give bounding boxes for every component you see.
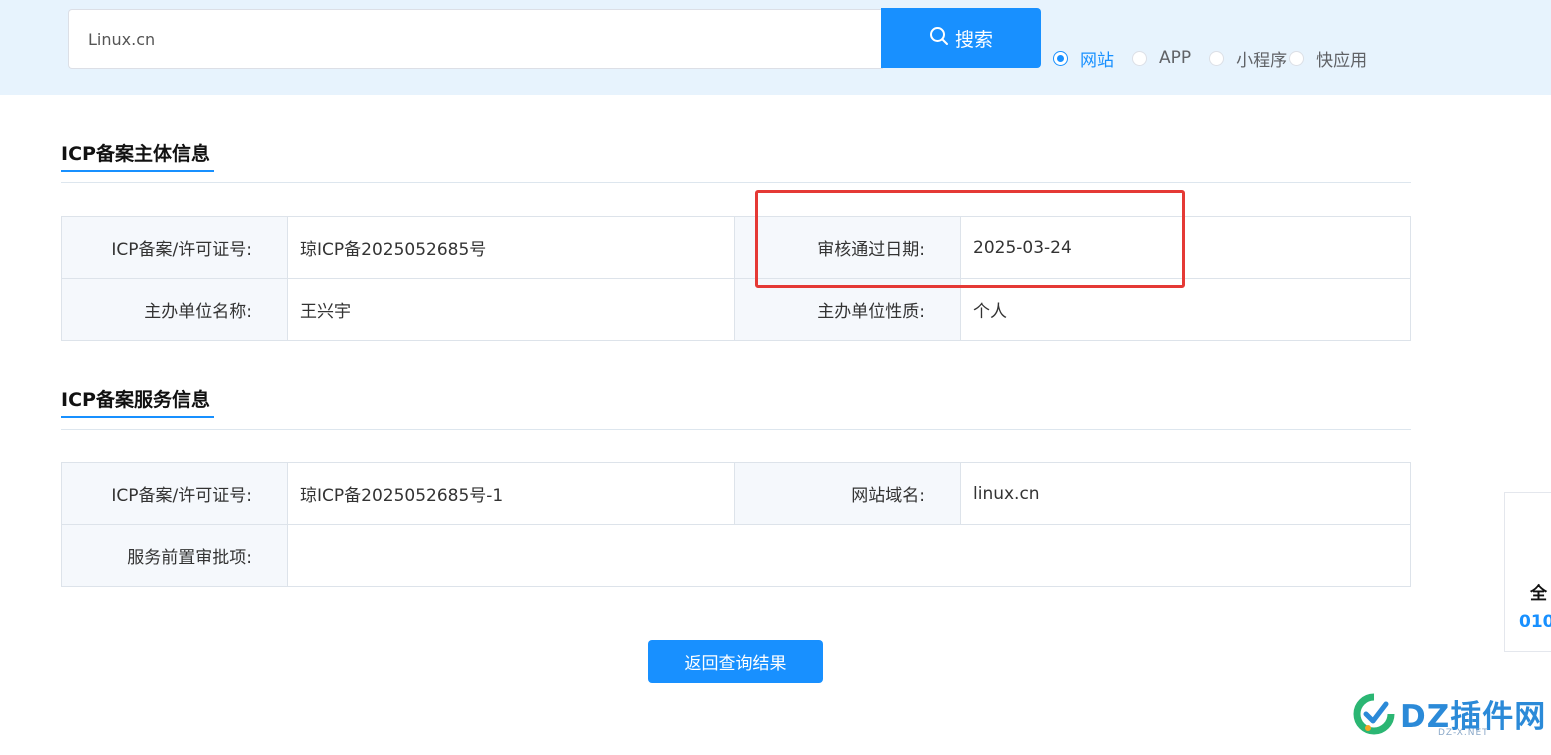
radio-label: 网站 bbox=[1080, 50, 1114, 71]
watermark-subtext: DZ-X.NET bbox=[1438, 728, 1489, 738]
section-title-underline bbox=[61, 416, 214, 418]
search-input-wrapper[interactable] bbox=[68, 9, 883, 69]
label-domain: 网站域名: bbox=[734, 462, 961, 525]
side-contact-card[interactable]: 全 010 bbox=[1504, 492, 1551, 652]
value-service-license: 琼ICP备2025052685号-1 bbox=[287, 462, 735, 525]
label-approval-date: 审核通过日期: bbox=[734, 216, 961, 279]
label-pre-approval: 服务前置审批项: bbox=[61, 524, 288, 587]
watermark-logo-icon bbox=[1353, 693, 1395, 735]
section-divider bbox=[61, 182, 1411, 183]
search-header: 搜索 网站 APP 小程序 快应用 bbox=[0, 0, 1551, 95]
section-title-subject: ICP备案主体信息 bbox=[61, 143, 210, 165]
radio-app[interactable]: APP bbox=[1132, 48, 1191, 68]
watermark: DZ插件网 DZ-X.NET bbox=[1350, 688, 1550, 748]
label-license-number: ICP备案/许可证号: bbox=[61, 216, 288, 279]
back-to-results-button[interactable]: 返回查询结果 bbox=[648, 640, 823, 683]
radio-label: 小程序 bbox=[1236, 50, 1288, 71]
radio-dot[interactable] bbox=[1053, 50, 1068, 66]
search-button[interactable]: 搜索 bbox=[881, 8, 1041, 68]
radio-website[interactable]: 网站 bbox=[1053, 46, 1114, 71]
value-approval-date: 2025-03-24 bbox=[960, 216, 1411, 279]
section-divider bbox=[61, 429, 1411, 430]
label-organizer-type: 主办单位性质: bbox=[734, 278, 961, 341]
side-card-phone: 010 bbox=[1519, 612, 1551, 632]
radio-mini-program[interactable]: 小程序 bbox=[1209, 46, 1287, 71]
type-radio-group: 网站 APP 小程序 快应用 bbox=[1053, 45, 1367, 71]
table-row: ICP备案/许可证号: 琼ICP备2025052685号-1 网站域名: lin… bbox=[61, 462, 1411, 525]
search-button-label: 搜索 bbox=[954, 28, 993, 51]
table-row: 服务前置审批项: bbox=[61, 524, 1411, 587]
radio-dot[interactable] bbox=[1132, 50, 1147, 66]
section-title-underline bbox=[61, 170, 214, 172]
radio-label: 快应用 bbox=[1316, 50, 1368, 71]
value-pre-approval bbox=[287, 524, 1411, 587]
label-organizer-name: 主办单位名称: bbox=[61, 278, 288, 341]
label-service-license: ICP备案/许可证号: bbox=[61, 462, 288, 525]
value-organizer-type: 个人 bbox=[960, 278, 1411, 341]
radio-dot[interactable] bbox=[1289, 50, 1305, 66]
value-organizer-name: 王兴宇 bbox=[287, 278, 735, 341]
value-domain: linux.cn bbox=[960, 462, 1411, 525]
value-license-number: 琼ICP备2025052685号 bbox=[287, 216, 735, 279]
search-input[interactable] bbox=[69, 10, 883, 68]
radio-quick-app[interactable]: 快应用 bbox=[1289, 46, 1367, 71]
side-card-title: 全 bbox=[1530, 584, 1547, 604]
service-info-table: ICP备案/许可证号: 琼ICP备2025052685号-1 网站域名: lin… bbox=[61, 462, 1411, 587]
subject-info-table: ICP备案/许可证号: 琼ICP备2025052685号 审核通过日期: 202… bbox=[61, 216, 1411, 341]
table-row: 主办单位名称: 王兴宇 主办单位性质: 个人 bbox=[61, 278, 1411, 341]
section-title-service: ICP备案服务信息 bbox=[61, 389, 210, 411]
table-row: ICP备案/许可证号: 琼ICP备2025052685号 审核通过日期: 202… bbox=[61, 216, 1411, 279]
search-icon bbox=[929, 26, 949, 51]
radio-label: APP bbox=[1159, 48, 1192, 68]
radio-dot[interactable] bbox=[1209, 50, 1225, 66]
